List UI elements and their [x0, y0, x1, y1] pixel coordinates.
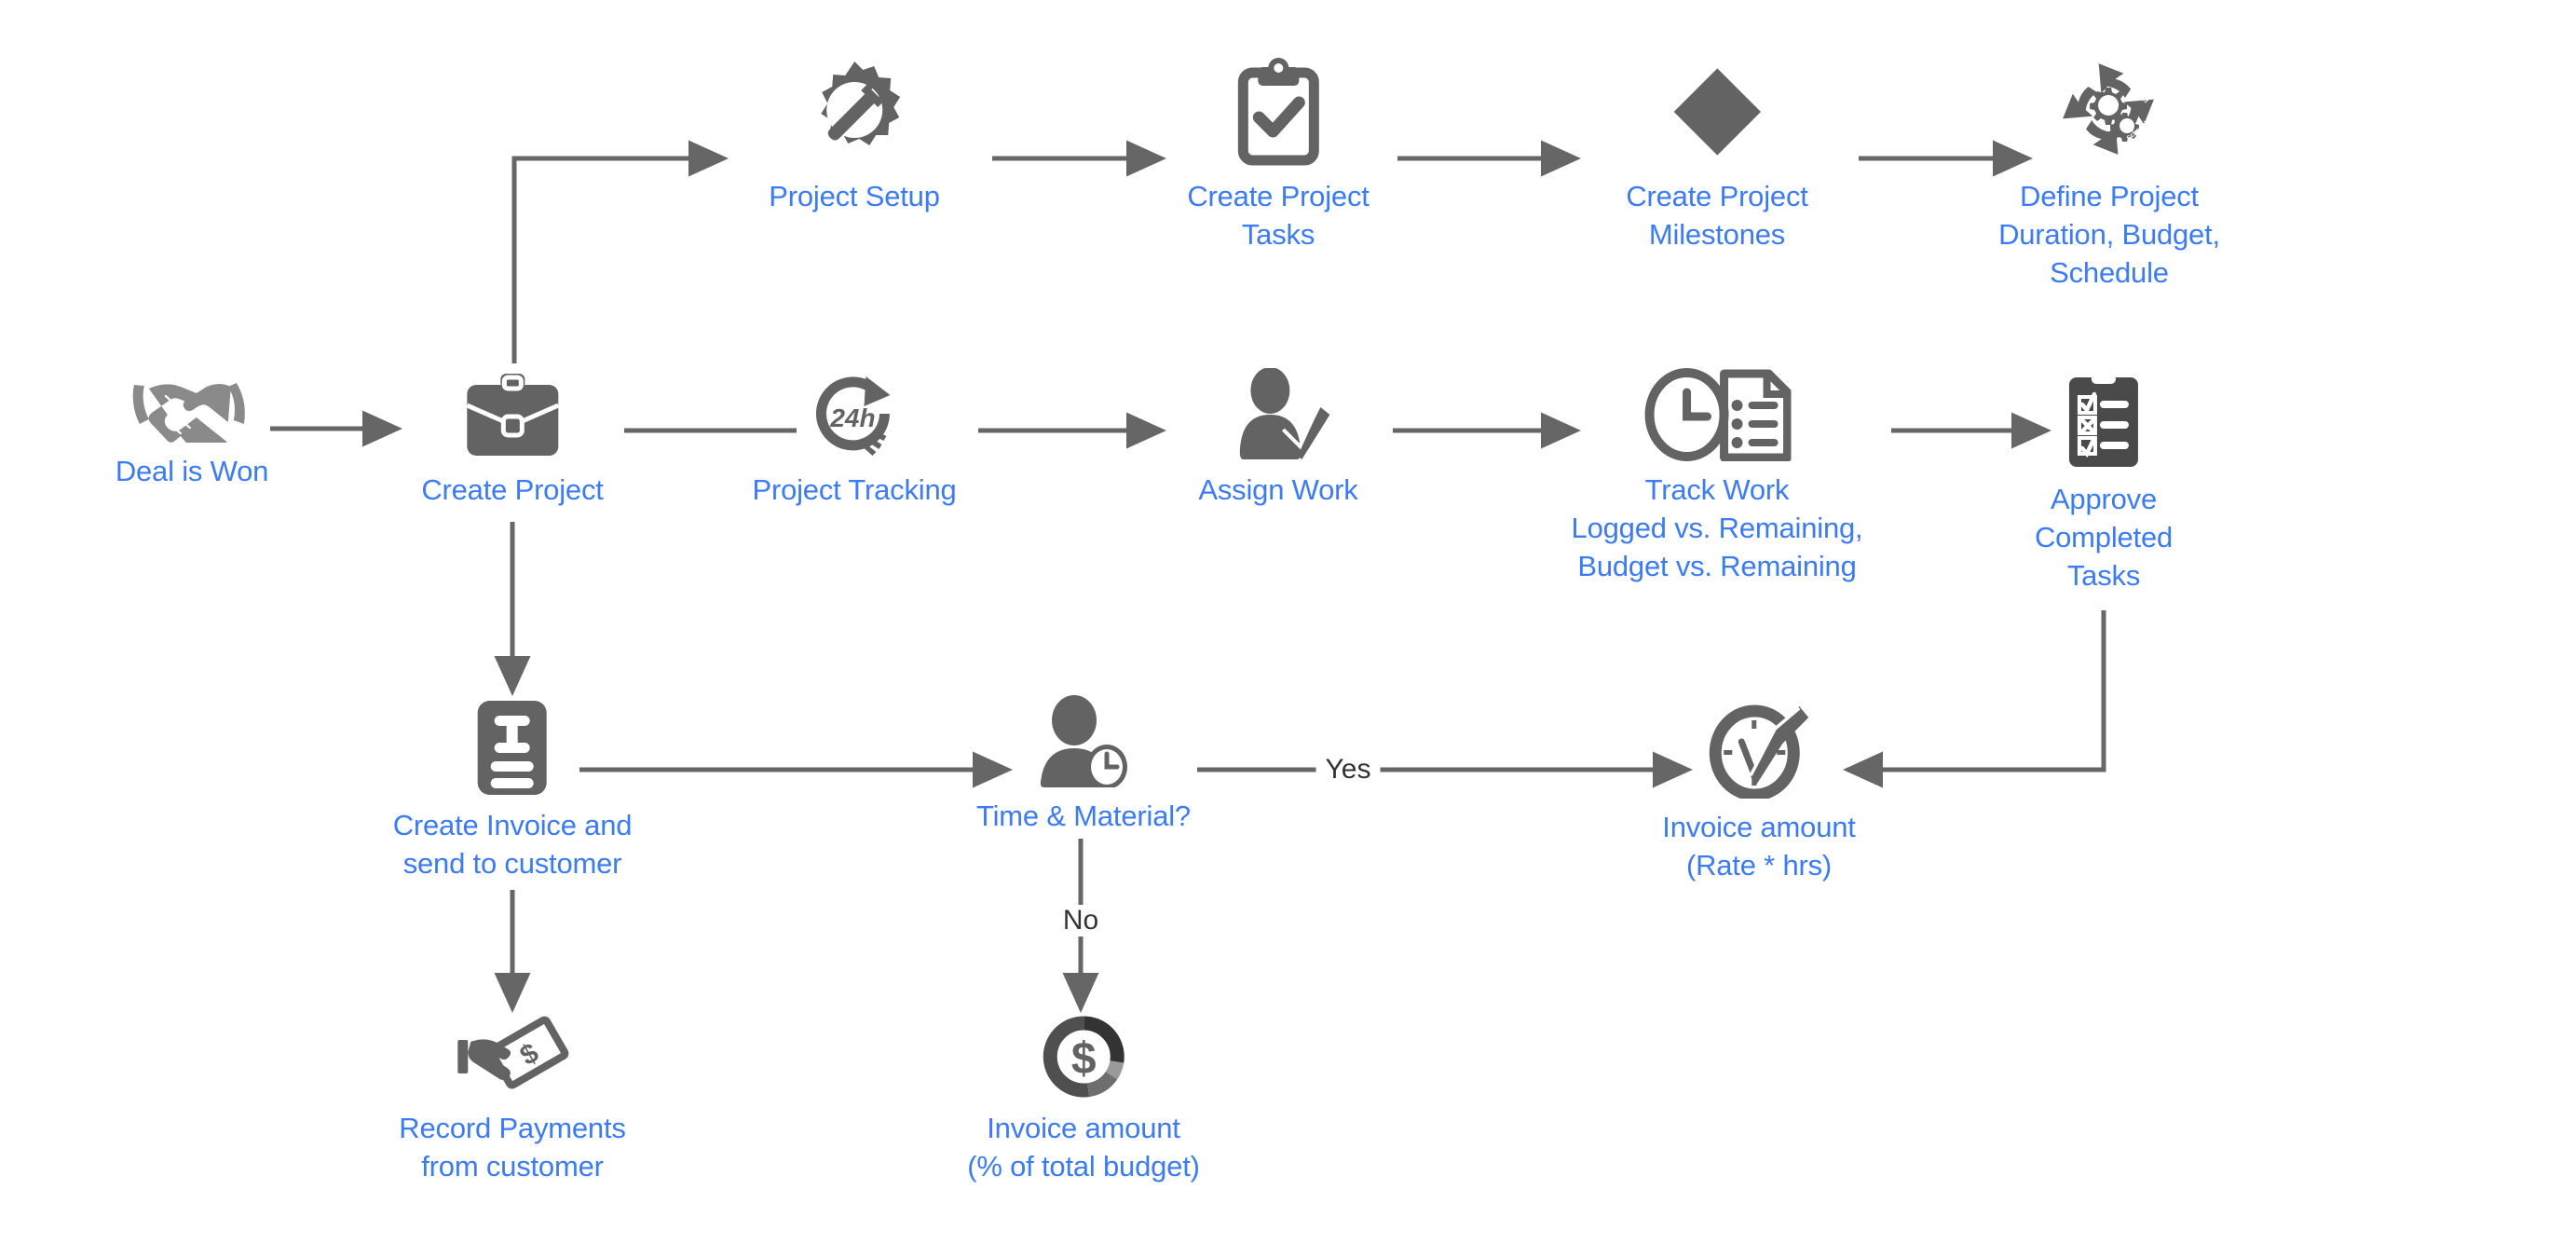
- node-label-create-invoice: Create Invoice and send to customer: [392, 809, 633, 881]
- node-create-project-milestones[interactable]: Create Project Milestones: [1626, 56, 1808, 253]
- node-label-define-project: Define Project Duration, Budget, Schedul…: [1998, 180, 2220, 290]
- node-assign-work[interactable]: Assign Work: [1198, 368, 1358, 509]
- edge-approve-tasks-to-invoice-rate: [1842, 610, 2106, 788]
- node-define-project[interactable]: Duration Budget Schedule Project Define …: [1998, 51, 2220, 293]
- person-check-icon: [1227, 368, 1329, 461]
- node-label-create-project: Create Project: [421, 473, 604, 506]
- node-create-project[interactable]: Create Project: [421, 368, 604, 509]
- node-label-invoice-rate-hrs: Invoice amount (Rate * hrs): [1662, 811, 1856, 882]
- node-approve-completed-tasks[interactable]: Approve Completed Tasks: [2035, 368, 2173, 595]
- briefcase-icon: [461, 368, 564, 461]
- clipboard-checklist-icon: [2060, 368, 2148, 471]
- svg-text:$: $: [1071, 1034, 1097, 1084]
- node-deal-is-won[interactable]: Deal is Won: [116, 368, 268, 490]
- clipboard-check-icon: [1232, 56, 1325, 168]
- edge-create-project-to-project-setup: [511, 140, 729, 363]
- hand-cash-icon: $: [454, 1014, 570, 1100]
- node-label-deal-is-won: Deal is Won: [115, 455, 269, 487]
- node-invoice-percent[interactable]: $ Invoice amount (% of total budget): [967, 1014, 1200, 1185]
- svg-text:Duration: Duration: [2077, 68, 2102, 90]
- node-project-tracking[interactable]: 24h Project Tracking: [752, 373, 957, 509]
- node-label-record-payments: Record Payments from customer: [399, 1112, 626, 1183]
- node-record-payments[interactable]: $ Record Payments from customer: [399, 1014, 626, 1185]
- node-label-create-project-milestones: Create Project Milestones: [1626, 180, 1808, 252]
- handshake-icon: [127, 368, 257, 443]
- person-clock-icon: [1032, 694, 1135, 787]
- node-create-invoice[interactable]: Create Invoice and send to customer: [393, 699, 633, 882]
- svg-text:Project: Project: [2076, 134, 2096, 155]
- cycle-gears-icon: Duration Budget Schedule Project: [2051, 51, 2168, 168]
- node-project-setup[interactable]: Project Setup: [769, 56, 940, 215]
- node-label-track-work: Track Work Logged vs. Remaining, Budget …: [1571, 473, 1863, 583]
- node-track-work[interactable]: Track Work Logged vs. Remaining, Budget …: [1572, 368, 1863, 586]
- svg-text:24h: 24h: [829, 403, 875, 432]
- node-label-project-setup: Project Setup: [769, 180, 940, 212]
- edge-label-yes: Yes: [1315, 754, 1381, 786]
- node-invoice-rate-hrs[interactable]: Invoice amount (Rate * hrs): [1662, 701, 1856, 884]
- node-label-invoice-percent: Invoice amount (% of total budget): [967, 1112, 1200, 1183]
- node-time-and-material[interactable]: Time & Material?: [976, 694, 1191, 835]
- clock-document-icon: [1642, 368, 1792, 461]
- clock-check-icon: [1708, 701, 1810, 799]
- node-label-time-and-material: Time & Material?: [976, 800, 1191, 832]
- diamond-milestone-icon: [1666, 56, 1768, 168]
- node-label-create-project-tasks: Create Project Tasks: [1187, 180, 1370, 252]
- node-label-project-tracking: Project Tracking: [752, 473, 957, 506]
- node-label-assign-work: Assign Work: [1198, 473, 1358, 506]
- dollar-donut-icon: $: [1041, 1014, 1126, 1100]
- gear-wrench-icon: [798, 56, 910, 168]
- edge-label-no: No: [1053, 905, 1109, 936]
- flowchart-canvas: Invoice amount (Rate * hrs) --> Invoice …: [0, 0, 2576, 1244]
- node-label-approve-completed-tasks: Approve Completed Tasks: [2034, 483, 2174, 593]
- invoice-icon: [476, 699, 549, 797]
- node-create-project-tasks[interactable]: Create Project Tasks: [1187, 56, 1370, 253]
- 24h-clock-arrow-icon: 24h: [808, 373, 901, 461]
